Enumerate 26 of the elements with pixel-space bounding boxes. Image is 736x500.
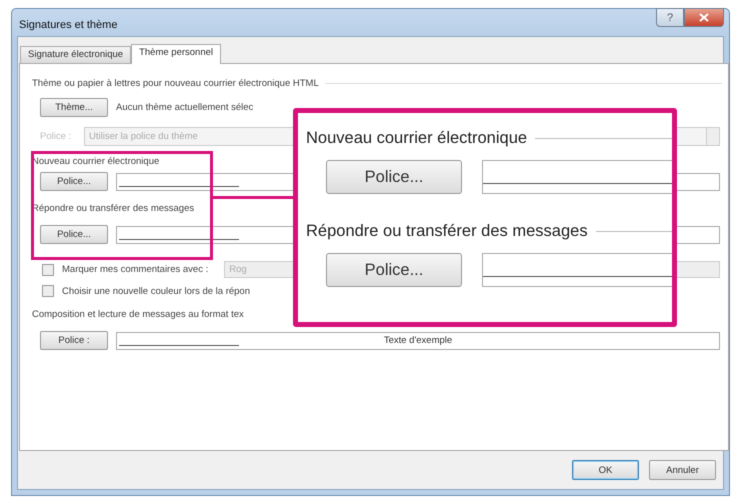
dialog-button[interactable]: Annuler [649,460,716,480]
font-button[interactable]: Police : [40,331,108,350]
font-button[interactable]: Police... [326,253,462,287]
font-button[interactable]: Police... [326,160,462,194]
help-button[interactable]: ? [656,8,684,27]
dialog-button[interactable]: OK [572,460,639,480]
initials-value: Rog [229,264,247,275]
checkbox[interactable] [42,264,54,276]
font-label: Police : [40,131,72,142]
close-icon [699,13,709,22]
close-button[interactable] [684,8,724,27]
theme-status: Aucun thème actuellement sélec [116,102,254,113]
font-button[interactable]: Police... [40,225,108,244]
theme-button[interactable]: Thème... [40,98,108,117]
checkbox[interactable] [42,285,54,297]
font-button[interactable]: Police... [40,172,108,191]
tab[interactable]: Thème personnel [131,44,222,64]
section-heading: Composition et lecture de messages au format tex [32,308,244,320]
sample-text: Texte d'exemple [384,335,452,346]
section-heading: Nouveau courrier électronique [306,128,528,148]
window-title: Signatures et thème [19,19,118,31]
checkbox-label: Marquer mes commentaires avec : [62,264,208,275]
checkbox-label: Choisir une nouvelle couleur lors de la répon [62,286,250,296]
tab[interactable]: Signature électronique [20,46,132,63]
section-heading: Thème ou papier à lettres pour nouveau courrier électronique HTML [32,78,319,88]
section-heading: Répondre ou transférer des messages [306,222,588,240]
